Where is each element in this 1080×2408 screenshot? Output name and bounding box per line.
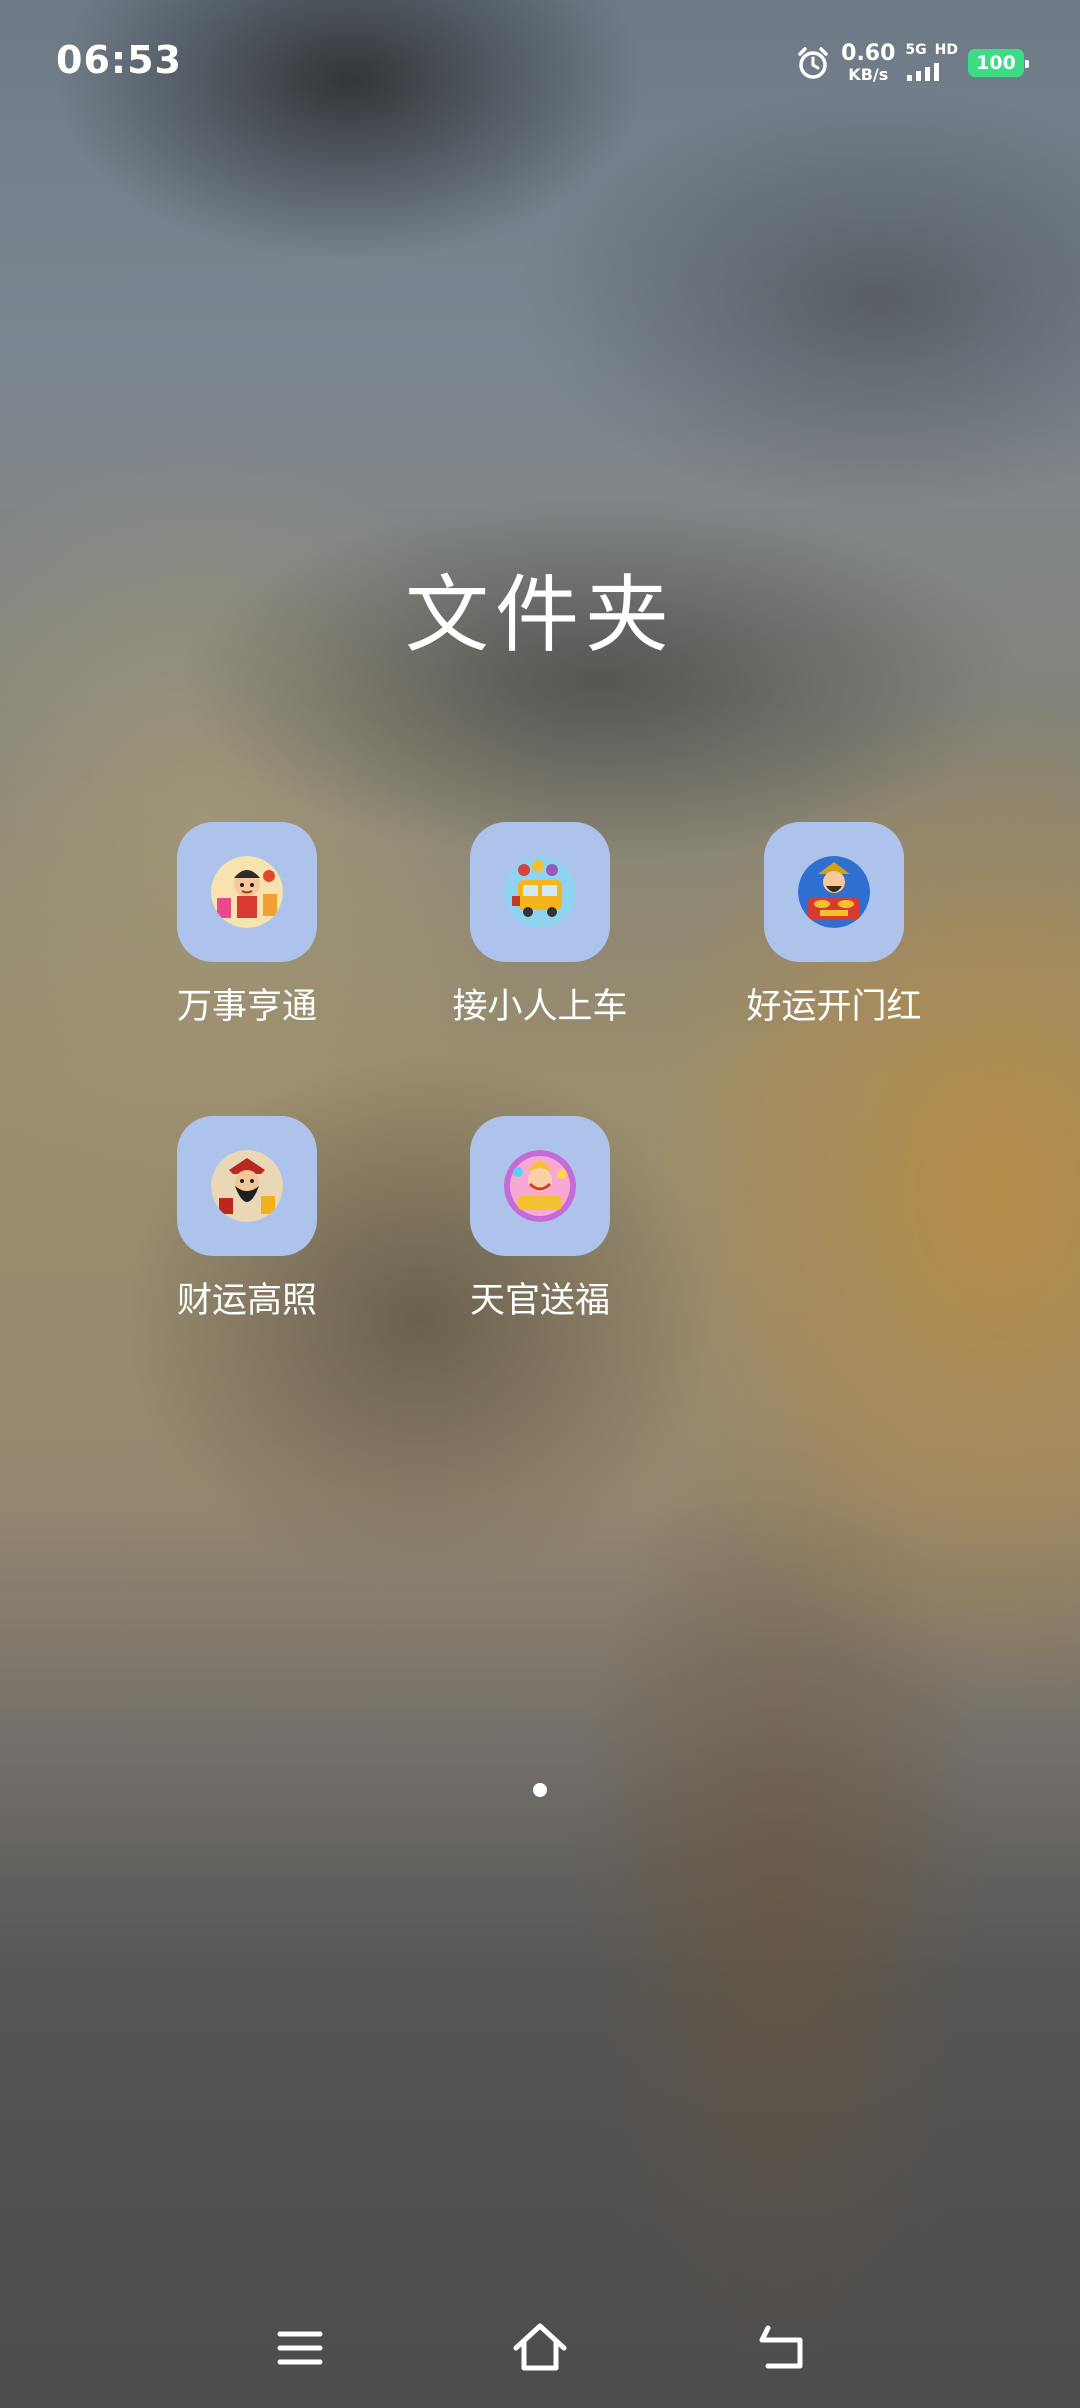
home-icon: [513, 2323, 567, 2371]
battery-level: 100: [976, 52, 1016, 74]
page-indicator-dot: [533, 1783, 547, 1797]
app-tile[interactable]: [470, 1116, 610, 1256]
app-tile[interactable]: [764, 822, 904, 962]
app-label: 财运高照: [176, 1281, 317, 1321]
app-caiyun-gaozhao[interactable]: 财运高照: [127, 1116, 367, 1323]
app-label: 天官送福: [469, 1281, 610, 1321]
app-label: 好运开门红: [746, 987, 922, 1027]
app-jie-xiaoren-shangche[interactable]: 接小人上车: [420, 822, 660, 1029]
app-label: 接小人上车: [452, 987, 628, 1027]
app-tile[interactable]: [177, 1116, 317, 1256]
status-time: 06:53: [56, 38, 182, 82]
app-label: 万事亨通: [176, 987, 317, 1027]
app-haoyun-kaimenhong[interactable]: 好运开门红: [714, 822, 954, 1029]
bearded-fortune-god-icon: [211, 1150, 283, 1222]
network-speed: 0.60 KB/s: [841, 43, 895, 83]
navigation-bar: [0, 2300, 1080, 2390]
net-speed-value: 0.60: [841, 41, 896, 66]
app-tile[interactable]: [177, 822, 317, 962]
status-bar: 06:53 0.60 KB/s 5G HD 100: [0, 0, 1080, 120]
fortune-god-gold-icon: [798, 856, 870, 928]
app-wanshi-hengtong[interactable]: 万事亨通: [127, 822, 367, 1029]
hd-label: HD: [934, 42, 958, 58]
app-tianguan-songfu[interactable]: 天官送福: [420, 1116, 660, 1323]
app-tile[interactable]: [470, 822, 610, 962]
cartoon-bus-icon: [504, 856, 576, 928]
menu-button[interactable]: [270, 2318, 330, 2378]
net-speed-unit: KB/s: [848, 65, 889, 84]
signal-bars-icon: [907, 63, 940, 81]
network-type-label: 5G: [905, 42, 927, 58]
back-button[interactable]: [752, 2318, 812, 2378]
folder-title[interactable]: 文件夹: [0, 548, 1080, 669]
menu-icon: [277, 2331, 323, 2365]
alarm-clock-icon: [798, 47, 828, 79]
status-icons: 0.60 KB/s 5G HD 100: [795, 40, 1029, 86]
cellular-signal: 5G HD: [905, 43, 958, 83]
battery-indicator: 100: [968, 49, 1029, 77]
heavenly-official-blessing-icon: [504, 1150, 576, 1222]
back-icon: [759, 2325, 803, 2369]
home-button[interactable]: [510, 2318, 570, 2378]
cartoon-fortune-boy-icon: [211, 856, 283, 928]
